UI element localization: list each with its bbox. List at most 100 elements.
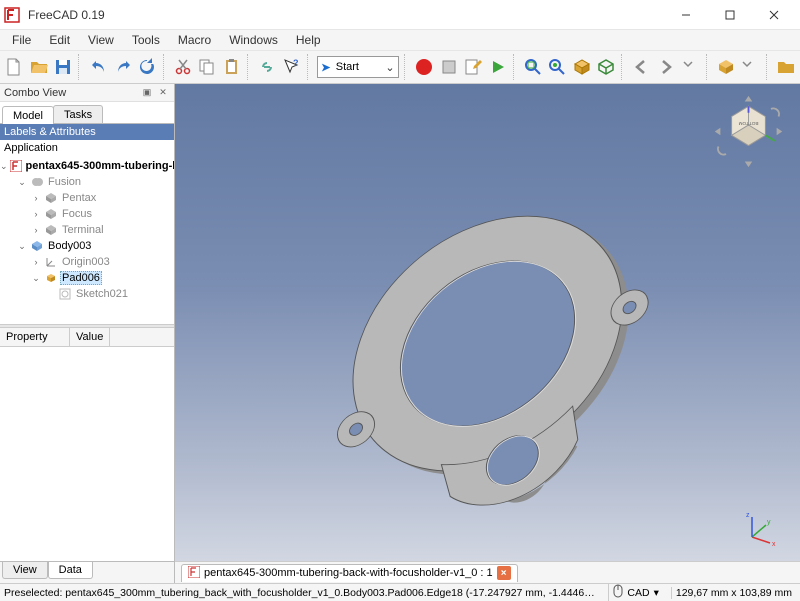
menu-edit[interactable]: Edit <box>41 31 78 49</box>
tab-data[interactable]: Data <box>48 562 93 579</box>
property-header: Property Value <box>0 328 174 347</box>
menu-tools[interactable]: Tools <box>124 31 168 49</box>
draw-style-button[interactable] <box>572 54 592 80</box>
status-bar: Preselected: pentax645_300mm_tubering_ba… <box>0 583 800 601</box>
tree-fusion-row[interactable]: ⌄ Fusion <box>0 174 174 190</box>
whats-this-button[interactable]: ? <box>281 54 301 80</box>
link-button[interactable] <box>257 54 277 80</box>
open-file-button[interactable] <box>28 54 48 80</box>
tab-tasks[interactable]: Tasks <box>53 105 103 123</box>
tree-sketch021-row[interactable]: Sketch021 <box>0 286 174 302</box>
3d-model-render <box>175 84 800 583</box>
record-icon <box>416 59 432 75</box>
axis-indicator: x y z <box>738 507 778 547</box>
document-tab-label: pentax645-300mm-tubering-back-with-focus… <box>204 567 493 579</box>
document-icon <box>188 566 200 581</box>
macro-record-button[interactable] <box>414 54 434 80</box>
status-dimensions: 129,67 mm x 103,89 mm <box>671 587 796 599</box>
origin-icon <box>44 255 58 269</box>
body-icon <box>44 191 58 205</box>
copy-button[interactable] <box>197 54 217 80</box>
undo-button[interactable] <box>88 54 108 80</box>
document-icon <box>10 159 22 173</box>
expander-icon[interactable]: ⌄ <box>16 177 28 188</box>
window-title: FreeCAD 0.19 <box>28 8 664 22</box>
main-toolbar: ? ➤ Start ⌄ <box>0 50 800 84</box>
menu-help[interactable]: Help <box>288 31 329 49</box>
menu-windows[interactable]: Windows <box>221 31 286 49</box>
tree-focus-row[interactable]: › Focus <box>0 206 174 222</box>
close-button[interactable] <box>752 0 796 30</box>
combo-close-button[interactable]: ✕ <box>156 86 170 100</box>
expander-icon[interactable]: › <box>30 193 42 203</box>
menu-bar: File Edit View Tools Macro Windows Help <box>0 30 800 50</box>
tree-origin003-row[interactable]: › Origin003 <box>0 254 174 270</box>
title-bar: FreeCAD 0.19 <box>0 0 800 30</box>
maximize-button[interactable] <box>708 0 752 30</box>
status-cad-label: CAD <box>627 587 649 599</box>
tree-pentax-row[interactable]: › Pentax <box>0 190 174 206</box>
3d-viewport[interactable]: BOTTOM <box>175 84 800 583</box>
redo-button[interactable] <box>113 54 133 80</box>
zoom-selection-button[interactable] <box>547 54 567 80</box>
expander-icon[interactable]: › <box>30 225 42 235</box>
status-preselected: Preselected: pentax645_300mm_tubering_ba… <box>4 587 600 599</box>
expander-icon[interactable]: ⌄ <box>30 273 42 284</box>
expander-icon[interactable]: ⌄ <box>0 161 8 172</box>
minimize-button[interactable] <box>664 0 708 30</box>
value-col[interactable]: Value <box>70 328 110 346</box>
menu-macro[interactable]: Macro <box>170 31 219 49</box>
property-tabs: View Data <box>0 561 174 583</box>
combo-float-button[interactable]: ▣ <box>140 86 154 100</box>
svg-text:?: ? <box>293 58 299 68</box>
combo-view-title: Combo View <box>4 87 140 99</box>
zoom-fit-button[interactable] <box>523 54 543 80</box>
status-nav-mode[interactable]: CAD ▾ <box>608 584 662 601</box>
document-tab[interactable]: pentax645-300mm-tubering-back-with-focus… <box>181 564 518 582</box>
application-label: Application <box>0 140 174 156</box>
new-file-button[interactable] <box>4 54 24 80</box>
tree-terminal-row[interactable]: › Terminal <box>0 222 174 238</box>
workbench-selector[interactable]: ➤ Start ⌄ <box>317 56 399 78</box>
app-icon <box>4 7 20 23</box>
property-col[interactable]: Property <box>0 328 70 346</box>
start-arrow-icon: ➤ <box>318 61 334 74</box>
expander-icon[interactable]: ⌄ <box>16 241 28 252</box>
menu-view[interactable]: View <box>80 31 122 49</box>
sketch-icon <box>58 287 72 301</box>
macro-run-button[interactable] <box>487 54 507 80</box>
tree-body003-label: Body003 <box>46 240 93 252</box>
tab-view[interactable]: View <box>2 562 48 579</box>
tab-model[interactable]: Model <box>2 106 54 124</box>
property-panel: Property Value View Data <box>0 328 174 583</box>
body-icon <box>44 223 58 237</box>
macro-stop-button[interactable] <box>438 54 458 80</box>
part-dropdown-button[interactable] <box>740 54 760 80</box>
refresh-button[interactable] <box>137 54 157 80</box>
tree-focus-label: Focus <box>60 208 94 220</box>
tree-doc-label: pentax645-300mm-tubering-bac… <box>24 160 174 172</box>
tree-pad006-label: Pad006 <box>60 271 102 285</box>
nav-back-button[interactable] <box>631 54 651 80</box>
nav-dropdown-button[interactable] <box>680 54 700 80</box>
macro-edit-button[interactable] <box>463 54 483 80</box>
cut-button[interactable] <box>173 54 193 80</box>
paste-button[interactable] <box>222 54 242 80</box>
tree-origin003-label: Origin003 <box>60 256 112 268</box>
tree-doc-row[interactable]: ⌄ pentax645-300mm-tubering-bac… <box>0 158 174 174</box>
bounding-box-button[interactable] <box>596 54 616 80</box>
model-tree[interactable]: ⌄ pentax645-300mm-tubering-bac… ⌄ Fusion… <box>0 156 174 324</box>
body-icon <box>44 207 58 221</box>
tree-pad006-row[interactable]: ⌄ Pad006 <box>0 270 174 286</box>
expander-icon[interactable]: › <box>30 257 42 267</box>
chevron-down-icon: ⌄ <box>382 61 398 74</box>
tree-body003-row[interactable]: ⌄ Body003 <box>0 238 174 254</box>
nav-forward-button[interactable] <box>656 54 676 80</box>
group-button[interactable] <box>776 54 796 80</box>
fusion-icon <box>30 175 44 189</box>
close-tab-button[interactable]: × <box>497 566 511 580</box>
menu-file[interactable]: File <box>4 31 39 49</box>
expander-icon[interactable]: › <box>30 209 42 219</box>
save-file-button[interactable] <box>53 54 73 80</box>
part-button[interactable] <box>716 54 736 80</box>
